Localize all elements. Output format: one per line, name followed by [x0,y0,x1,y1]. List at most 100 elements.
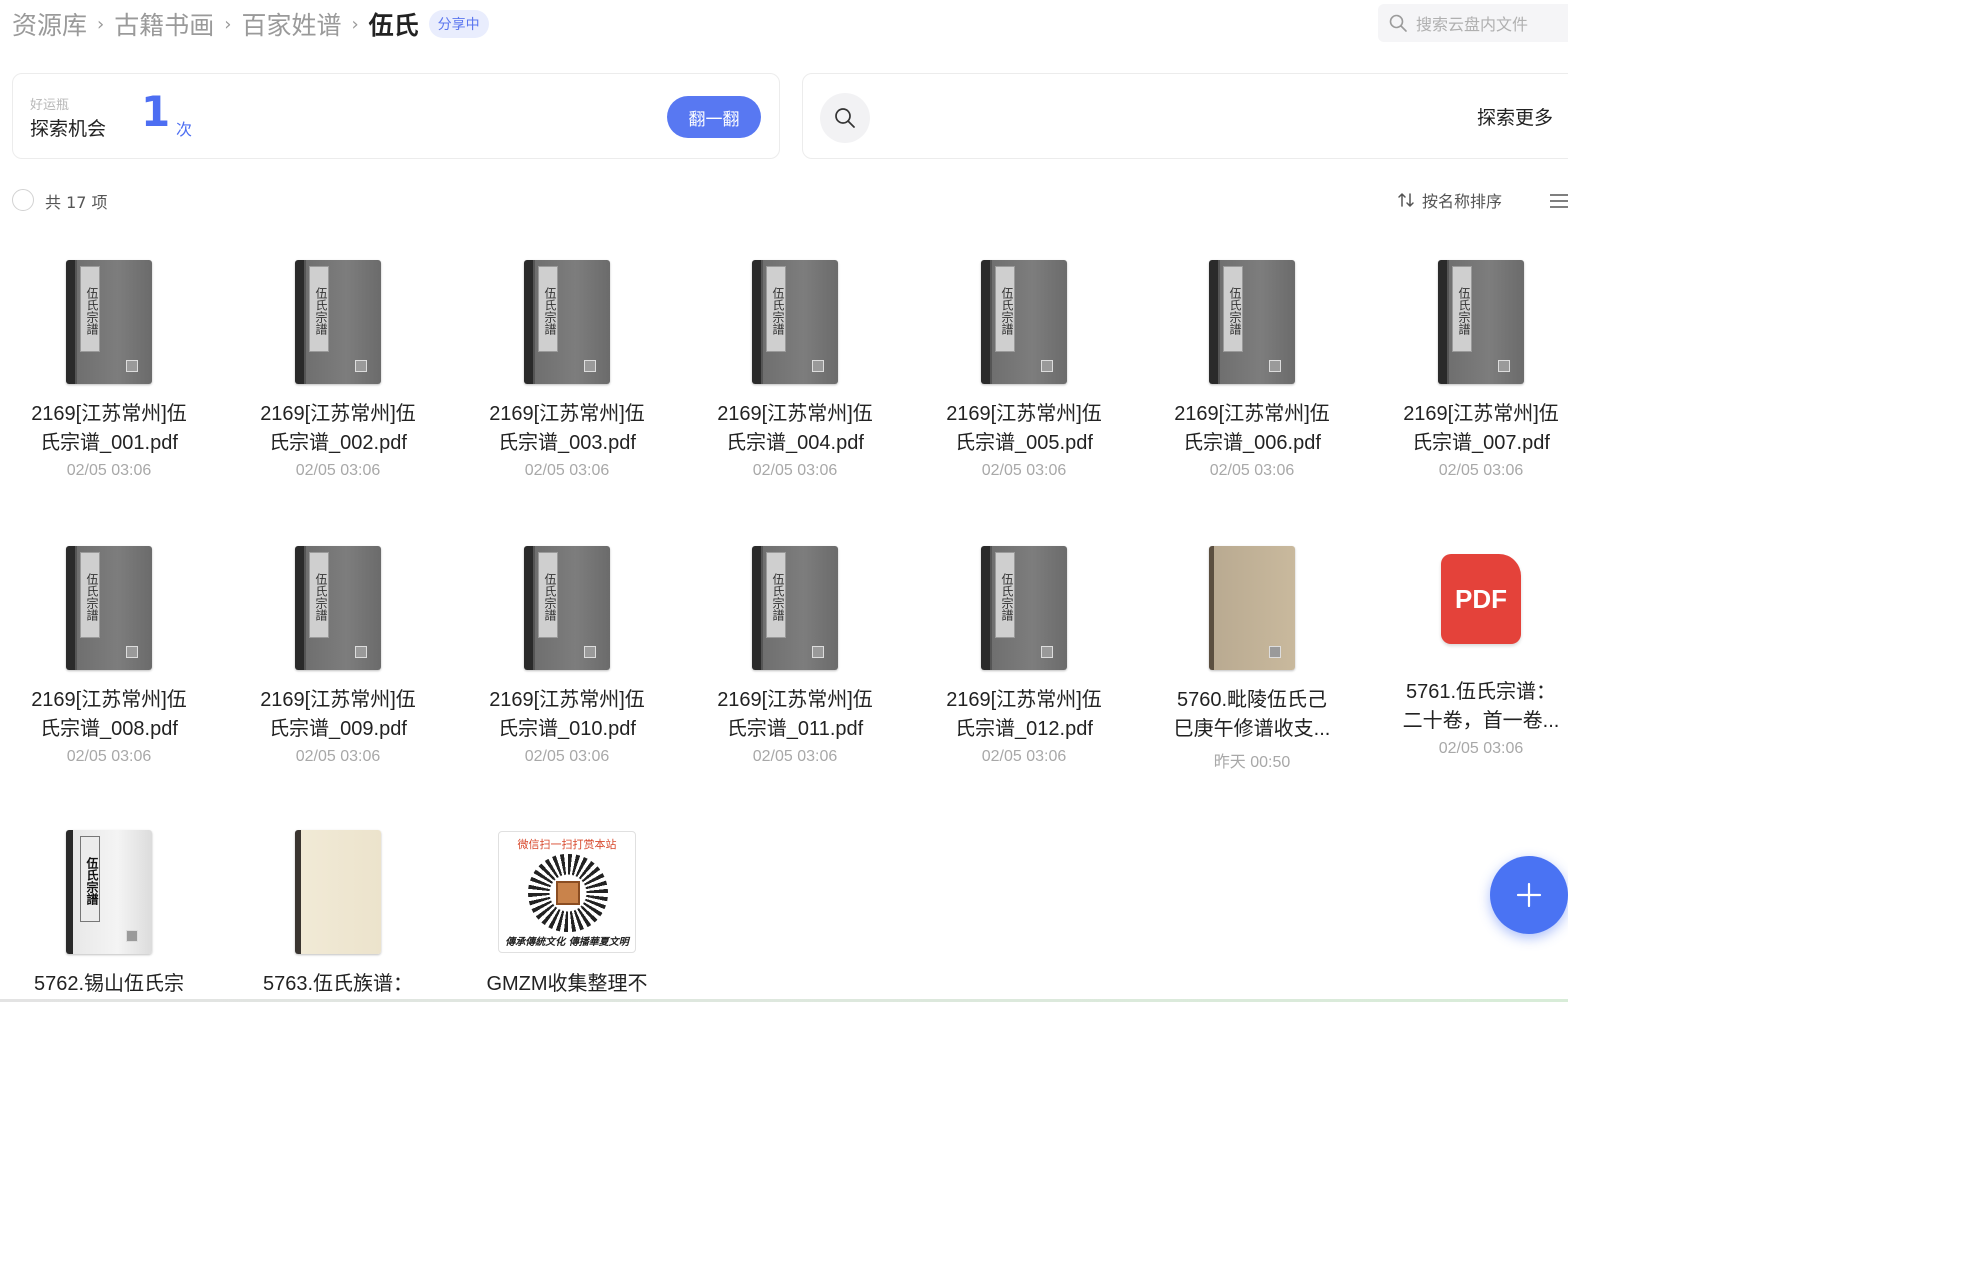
file-thumbnail: 伍氏宗譜 [19,538,199,678]
sort-button[interactable]: 按名称排序 [1396,188,1502,212]
file-item[interactable]: 5760.毗陵伍氏己 巳庚午修谱收支... 昨天 00:50 [1162,538,1342,772]
book-cover-icon: 伍氏宗譜 [981,260,1067,384]
breadcrumb-item-surnames[interactable]: 百家姓谱 [241,6,341,42]
book-cover-icon [1209,546,1295,670]
file-name: 2169[江苏常州]伍 氏宗谱_007.pdf [1403,403,1559,454]
file-name: 2169[江苏常州]伍 氏宗谱_002.pdf [260,403,416,454]
file-date: 02/05 03:06 [1209,462,1295,479]
chance-unit: 次 [176,120,193,139]
file-thumbnail: 伍氏宗譜 [19,822,199,962]
sort-label: 按名称排序 [1422,192,1503,211]
file-name: 5762.锡山伍氏宗 谱 [33,973,185,995]
file-name: 2169[江苏常州]伍 氏宗谱_009.pdf [260,689,416,740]
book-title-slip: 伍氏宗譜 [309,552,329,638]
file-thumbnail: 伍氏宗譜 [477,252,657,392]
book-title-slip: 伍氏宗譜 [80,836,100,922]
file-name: 2169[江苏常州]伍 氏宗谱_006.pdf [1174,403,1330,454]
file-thumbnail: 伍氏宗譜 [248,252,428,392]
file-name: GMZM收集整理不 易请打赏支持： [486,973,648,995]
breadcrumb-item-ancient-books[interactable]: 古籍书画 [114,6,214,42]
file-name: 2169[江苏常州]伍 氏宗谱_010.pdf [489,689,645,740]
book-cover-icon: 伍氏宗譜 [66,830,152,954]
book-cover-icon: 伍氏宗譜 [752,546,838,670]
pdf-file-icon: PDF [1441,554,1521,644]
book-cover-icon: 伍氏宗譜 [752,260,838,384]
book-cover-icon: 伍氏宗譜 [66,546,152,670]
chevron-right-icon: › [224,13,232,35]
file-thumbnail: 伍氏宗譜 [705,252,885,392]
file-item[interactable]: 伍氏宗譜 2169[江苏常州]伍 氏宗谱_004.pdf 02/05 03:06 [705,252,885,480]
file-item[interactable]: 伍氏宗譜 2169[江苏常州]伍 氏宗谱_009.pdf 02/05 03:06 [248,538,428,766]
file-thumbnail: 伍氏宗譜 [19,252,199,392]
explore-search-icon [820,93,870,143]
file-item[interactable]: PDF 5761.伍氏宗谱： 二十卷，首一卷... 02/05 03:06 [1391,538,1568,758]
file-name: 2169[江苏常州]伍 氏宗谱_005.pdf [946,403,1102,454]
lucky-bottle-card: 好运瓶 探索机会 1 次 翻一翻 [12,73,780,159]
file-date: 02/05 03:06 [981,462,1067,479]
file-thumbnail [1162,538,1342,678]
qr-title: 微信扫一扫打赏本站 [517,838,617,851]
qr-code-image: 微信扫一扫打赏本站 傳承傳統文化 傳播華夏文明 [498,831,636,953]
file-item[interactable]: 微信扫一扫打赏本站傳承傳統文化 傳播華夏文明 GMZM收集整理不 易请打赏支持： [477,822,657,1002]
add-button[interactable] [1490,856,1568,934]
breadcrumb-item-library[interactable]: 资源库 [12,6,87,42]
book-cover-icon: 伍氏宗譜 [1209,260,1295,384]
file-item[interactable]: 伍氏宗譜 2169[江苏常州]伍 氏宗谱_001.pdf 02/05 03:06 [19,252,199,480]
book-cover-icon: 伍氏宗譜 [524,260,610,384]
file-thumbnail: 伍氏宗譜 [248,538,428,678]
file-item[interactable]: 伍氏宗譜 2169[江苏常州]伍 氏宗谱_003.pdf 02/05 03:06 [477,252,657,480]
sharing-badge[interactable]: 分享中 [428,10,489,38]
book-title-slip: 伍氏宗譜 [80,266,100,352]
file-item[interactable]: 伍氏宗譜 2169[江苏常州]伍 氏宗谱_012.pdf 02/05 03:06 [934,538,1114,766]
file-name: 2169[江苏常州]伍 氏宗谱_004.pdf [717,403,873,454]
file-name: 5761.伍氏宗谱： 二十卷，首一卷... [1402,681,1560,732]
list-view-icon[interactable] [1549,192,1568,210]
file-date: 昨天 00:50 [1213,754,1291,771]
book-title-slip: 伍氏宗譜 [995,552,1015,638]
search-input[interactable]: 搜索云盘内文件 [1378,4,1568,42]
file-date: 02/05 03:06 [524,748,610,765]
book-title-slip: 伍氏宗譜 [995,266,1015,352]
book-title-slip: 伍氏宗譜 [309,266,329,352]
file-name: 2169[江苏常州]伍 氏宗谱_011.pdf [717,689,873,740]
file-name: 2169[江苏常州]伍 氏宗谱_012.pdf [946,689,1102,740]
file-name: 5763.伍氏族谱： [262,973,414,995]
explore-chance-label: 探索机会 [30,118,107,140]
select-all-checkbox[interactable] [12,189,34,211]
file-name: 2169[江苏常州]伍 氏宗谱_003.pdf [489,403,645,454]
file-item[interactable]: 伍氏宗譜 2169[江苏常州]伍 氏宗谱_005.pdf 02/05 03:06 [934,252,1114,480]
explore-more-label[interactable]: 探索更多 [1477,103,1553,130]
cloud-drive-app: 资源库 › 古籍书画 › 百家姓谱 › 伍氏 分享中 搜索云盘内文件 好运瓶 探… [0,0,1568,1002]
file-item[interactable]: 伍氏宗譜 2169[江苏常州]伍 氏宗谱_011.pdf 02/05 03:06 [705,538,885,766]
book-cover-icon [295,830,381,954]
bottom-divider [0,999,1568,1002]
explore-more-card[interactable]: 探索更多 [802,73,1568,159]
lucky-bottle-title: 好运瓶 [30,98,70,113]
plus-icon [1516,882,1542,908]
book-cover-icon: 伍氏宗譜 [295,546,381,670]
file-thumbnail: 微信扫一扫打赏本站 傳承傳統文化 傳播華夏文明 [477,822,657,962]
qr-code-icon [528,854,608,932]
file-thumbnail: PDF [1391,538,1568,660]
file-date: 02/05 03:06 [1438,462,1524,479]
flip-button[interactable]: 翻一翻 [667,96,761,138]
book-cover-icon: 伍氏宗譜 [524,546,610,670]
book-cover-icon: 伍氏宗譜 [66,260,152,384]
file-date: 02/05 03:06 [981,748,1067,765]
file-item[interactable]: 伍氏宗譜 2169[江苏常州]伍 氏宗谱_010.pdf 02/05 03:06 [477,538,657,766]
file-item[interactable]: 5763.伍氏族谱： [248,822,428,1002]
file-item[interactable]: 伍氏宗譜 2169[江苏常州]伍 氏宗谱_002.pdf 02/05 03:06 [248,252,428,480]
file-date: 02/05 03:06 [524,462,610,479]
file-date: 02/05 03:06 [295,748,381,765]
file-item[interactable]: 伍氏宗譜 5762.锡山伍氏宗 谱 [19,822,199,1002]
file-item[interactable]: 伍氏宗譜 2169[江苏常州]伍 氏宗谱_006.pdf 02/05 03:06 [1162,252,1342,480]
file-thumbnail: 伍氏宗譜 [705,538,885,678]
file-item[interactable]: 伍氏宗譜 2169[江苏常州]伍 氏宗谱_008.pdf 02/05 03:06 [19,538,199,766]
chance-count: 1 [141,87,171,136]
book-cover-icon: 伍氏宗譜 [295,260,381,384]
search-icon [1389,14,1407,32]
file-date: 02/05 03:06 [295,462,381,479]
file-name: 2169[江苏常州]伍 氏宗谱_008.pdf [31,689,187,740]
file-item[interactable]: 伍氏宗譜 2169[江苏常州]伍 氏宗谱_007.pdf 02/05 03:06 [1391,252,1568,480]
book-cover-icon: 伍氏宗譜 [1438,260,1524,384]
